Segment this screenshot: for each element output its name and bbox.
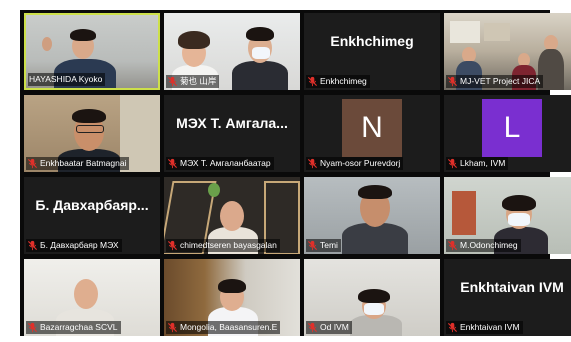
muted-mic-icon <box>447 322 458 333</box>
participant-tile-davkharbayar[interactable]: Б. Давхарбаяр... Б. Давхарбаяр МЭХ <box>24 177 160 254</box>
participant-tile-lkham-ivm[interactable]: L Lkham, IVM <box>444 95 571 172</box>
muted-mic-icon <box>27 158 38 169</box>
avatar: N <box>342 99 402 157</box>
muted-mic-icon <box>167 76 178 87</box>
participant-tile-nyam-osor-purevdorj[interactable]: N Nyam-osor Purevdorj <box>304 95 440 172</box>
participant-tile-m-odonchimeg[interactable]: M.Odonchimeg <box>444 177 571 254</box>
muted-mic-icon <box>447 158 458 169</box>
muted-mic-icon <box>167 158 178 169</box>
participant-tile-enkhchimeg[interactable]: Enkhchimeg Enkhchimeg <box>304 13 440 90</box>
participant-name-label: Od IVM <box>306 321 352 334</box>
participant-tile-hayashida-kyoko[interactable]: HAYASHIDA Kyoko <box>24 13 160 90</box>
participant-name-label: Temi <box>306 239 341 252</box>
participant-name-label: Lkham, IVM <box>446 157 509 170</box>
participant-name-label: M.Odonchimeg <box>446 239 521 252</box>
participant-name-label: 菊也 山岸 <box>166 75 220 88</box>
participant-name-label: Nyam-osor Purevdorj <box>306 157 404 170</box>
participant-tile-temi[interactable]: Temi <box>304 177 440 254</box>
participant-name-label: MJ-VET Project JICA <box>446 75 544 88</box>
participant-name-label: Mongolia, Baasansuren.E <box>166 321 281 334</box>
participant-name-label: МЭХ Т. Амгаланбаатар <box>166 157 274 170</box>
muted-mic-icon <box>307 322 318 333</box>
participant-display-name: Enkhchimeg <box>330 33 414 49</box>
participant-name-label: Enkhchimeg <box>306 75 370 88</box>
participant-name-label: Б. Давхарбаяр МЭХ <box>26 239 122 252</box>
muted-mic-icon <box>447 76 458 87</box>
muted-mic-icon <box>307 240 318 251</box>
participant-display-name: Б. Давхарбаяр... <box>35 197 149 213</box>
participant-tile-od-ivm[interactable]: Od IVM <box>304 259 440 336</box>
participant-name-label: Bazarragchaa SCVL <box>26 321 121 334</box>
participant-tile-chimedtseren-bayasgalan[interactable]: chimedtseren bayasgalan <box>164 177 300 254</box>
participant-display-name: МЭХ Т. Амгала... <box>176 115 288 131</box>
participant-tile-amgalanbaatar[interactable]: МЭХ Т. Амгала... МЭХ Т. Амгаланбаатар <box>164 95 300 172</box>
participant-display-name: Enkhtaivan IVM <box>460 279 564 295</box>
avatar: L <box>482 99 542 157</box>
muted-mic-icon <box>307 76 318 87</box>
participant-tile-baasansuren[interactable]: Mongolia, Baasansuren.E <box>164 259 300 336</box>
participant-tile-yamagishi[interactable]: 菊也 山岸 <box>164 13 300 90</box>
muted-mic-icon <box>167 240 178 251</box>
muted-mic-icon <box>27 240 38 251</box>
gallery-view: HAYASHIDA Kyoko 菊也 山岸 Enkhchimeg Enkhchi… <box>20 10 571 336</box>
participant-tile-bazarragchaa-scvl[interactable]: Bazarragchaa SCVL <box>24 259 160 336</box>
participant-tile-enkhbaatar-batmagnai[interactable]: Enkhbaatar Batmagnai <box>24 95 160 172</box>
muted-mic-icon <box>167 322 178 333</box>
muted-mic-icon <box>447 240 458 251</box>
participant-name-label: Enkhtaivan IVM <box>446 321 523 334</box>
participant-name-label: chimedtseren bayasgalan <box>166 239 280 252</box>
participant-name-label: Enkhbaatar Batmagnai <box>26 157 130 170</box>
muted-mic-icon <box>27 322 38 333</box>
muted-mic-icon <box>307 158 318 169</box>
participant-name-label: HAYASHIDA Kyoko <box>28 73 106 86</box>
participant-tile-mj-vet-project-jica[interactable]: MJ-VET Project JICA <box>444 13 571 90</box>
participant-tile-enkhtaivan-ivm[interactable]: Enkhtaivan IVM Enkhtaivan IVM <box>444 259 571 336</box>
